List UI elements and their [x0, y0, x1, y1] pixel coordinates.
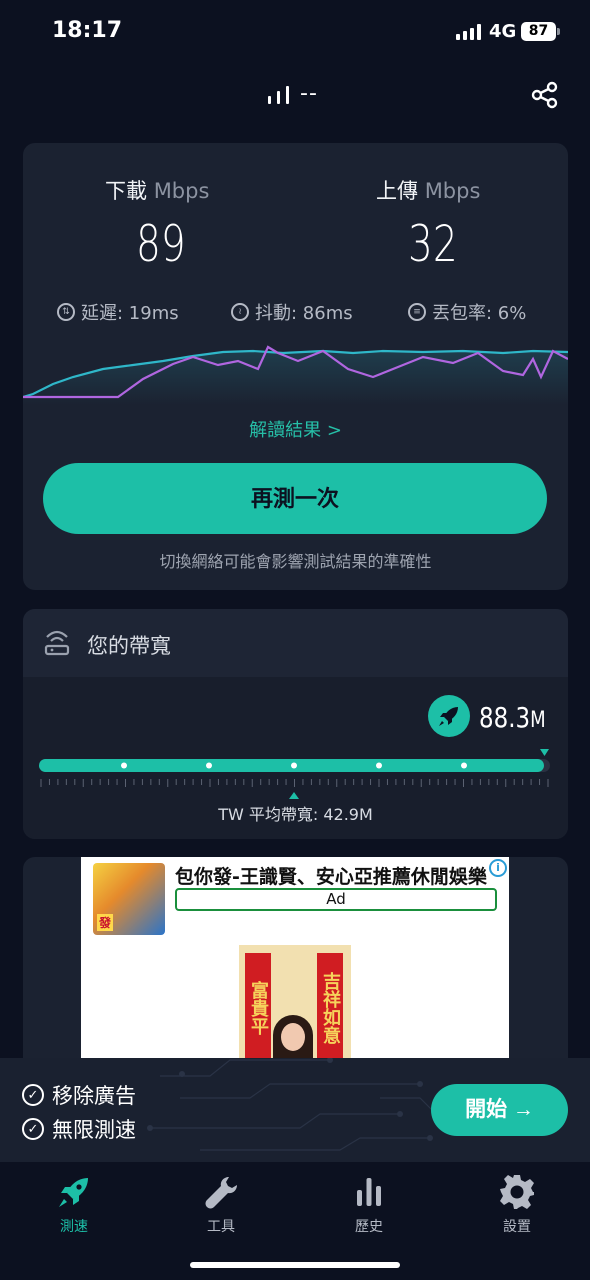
speed-graph — [23, 345, 568, 405]
rocket-icon — [439, 707, 458, 726]
tab-settings[interactable]: 設置 — [472, 1172, 562, 1242]
download-value: 89 — [136, 215, 186, 273]
cellular-signal-icon — [456, 24, 484, 40]
jitter-stat: ≀ 抖動: 86ms — [231, 299, 353, 325]
status-bar: 18:17 4G 87 — [0, 0, 590, 64]
status-time: 18:17 — [52, 18, 123, 43]
packet-loss-stat: ≡ 丟包率: 6% — [408, 299, 526, 325]
ad-info-icon[interactable]: i — [489, 859, 507, 877]
download-label: 下載 — [105, 179, 147, 203]
upload-unit: Mbps — [424, 179, 481, 203]
bandwidth-unit: M — [530, 708, 546, 733]
network-switch-note: 切換網絡可能會影響測試結果的準確性 — [159, 552, 432, 571]
upload-value: 32 — [408, 215, 458, 273]
home-indicator — [190, 1262, 400, 1268]
check-circle-icon: ✓ — [22, 1118, 44, 1140]
rocket-icon — [59, 1178, 88, 1207]
average-bandwidth: TW 平均帶寬: 42.9M — [218, 805, 373, 824]
premium-promo-bar: ✓ 移除廣告 ✓ 無限測速 開始 → — [0, 1058, 590, 1162]
server-signal-icon — [268, 84, 289, 104]
latency-stat: ⇅ 延遲: 19ms — [57, 299, 179, 325]
result-card: 下載 Mbps 89 上傳 Mbps 32 ⇅ 延遲: 19ms ≀ 抖動: 8… — [23, 143, 568, 590]
bandwidth-header: 您的帶寬 — [23, 609, 568, 677]
tab-speedtest[interactable]: 測速 — [29, 1172, 119, 1242]
start-button[interactable]: 開始 → — [431, 1084, 568, 1136]
download-title: 下載 Mbps — [105, 175, 209, 205]
battery-tip — [557, 28, 560, 35]
couplet-left: 富貴平 — [245, 953, 271, 1063]
bandwidth-number: 88.3 — [479, 701, 531, 734]
tab-label: 工具 — [207, 1219, 235, 1235]
top-bar: -- — [0, 72, 590, 120]
server-name: -- — [300, 81, 318, 106]
bar-chart-icon — [357, 1178, 381, 1206]
tab-label: 測速 — [60, 1219, 88, 1235]
bandwidth-card: 您的帶寬 88.3M TW 平均帶寬: 42.9M — [23, 609, 568, 839]
packet-loss-text: 丟包率: 6% — [432, 303, 527, 324]
remove-ads-item: ✓ 移除廣告 — [22, 1080, 136, 1110]
download-unit: Mbps — [153, 179, 210, 203]
ad-thumbnail[interactable]: 發 — [93, 863, 165, 935]
bandwidth-title: 您的帶寬 — [87, 634, 171, 658]
tab-label: 歷史 — [355, 1219, 383, 1235]
jitter-icon: ≀ — [231, 303, 249, 321]
max-marker — [540, 749, 549, 756]
latency-icon: ⇅ — [57, 303, 75, 321]
gear-icon — [500, 1175, 534, 1209]
interpret-results-link[interactable]: 解讀結果 > — [23, 416, 568, 442]
ad-title[interactable]: 包你發-王識賢、安心亞推薦休閒娛樂 — [175, 862, 509, 889]
tab-history[interactable]: 歷史 — [324, 1172, 414, 1242]
ad-card: 發 包你發-王識賢、安心亞推薦休閒娛樂 Ad i 富貴平 吉祥如意 — [23, 857, 568, 1077]
retest-button[interactable]: 再測一次 — [43, 463, 547, 534]
tab-label: 設置 — [503, 1219, 531, 1235]
ad-label[interactable]: Ad — [175, 888, 497, 911]
remove-ads-text: 移除廣告 — [52, 1084, 136, 1108]
jitter-text: 抖動: 86ms — [255, 303, 353, 324]
tab-tools[interactable]: 工具 — [176, 1172, 266, 1242]
ad-photo[interactable]: 富貴平 吉祥如意 — [239, 945, 351, 1067]
upload-title: 上傳 Mbps — [376, 175, 480, 205]
ad-person-face — [281, 1023, 305, 1051]
unlimited-tests-item: ✓ 無限測速 — [22, 1114, 136, 1144]
server-selector[interactable]: -- — [268, 81, 318, 106]
bandwidth-body: 88.3M TW 平均帶寬: 42.9M — [23, 677, 568, 839]
couplet-right: 吉祥如意 — [317, 953, 343, 1063]
ad-thumbnail-text: 發 — [97, 914, 114, 931]
latency-text: 延遲: 19ms — [81, 303, 179, 324]
packet-loss-icon: ≡ — [408, 303, 426, 321]
check-circle-icon: ✓ — [22, 1084, 44, 1106]
stats-row: ⇅ 延遲: 19ms ≀ 抖動: 86ms ≡ 丟包率: 6% — [23, 299, 568, 325]
network-type: 4G — [489, 21, 517, 42]
wrench-icon — [205, 1177, 237, 1209]
unlimited-tests-text: 無限測速 — [52, 1118, 136, 1142]
scale-ticks — [40, 779, 549, 787]
share-icon[interactable] — [530, 80, 560, 110]
bandwidth-value: 88.3M — [479, 701, 546, 734]
upload-label: 上傳 — [376, 179, 418, 203]
router-icon — [44, 630, 70, 656]
rocket-badge — [428, 695, 470, 737]
average-marker — [289, 792, 299, 799]
ad-banner[interactable]: 發 包你發-王識賢、安心亞推薦休閒娛樂 Ad i 富貴平 吉祥如意 — [81, 857, 509, 1067]
battery-icon: 87 — [521, 22, 556, 41]
